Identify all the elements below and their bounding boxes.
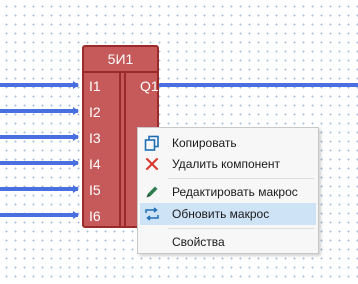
input-wire-i1[interactable] [0,81,79,89]
input-wire-i3[interactable] [0,133,79,141]
block-divider [119,73,121,226]
block-divider [124,73,126,226]
menu-item-delete-component[interactable]: Удалить компонент [140,153,316,175]
input-wire-i6[interactable] [0,211,79,219]
output-port-label[interactable]: Q1 [140,78,159,94]
menu-item-label: Копировать [172,136,237,150]
input-wire-i4[interactable] [0,159,79,167]
menu-item-refresh-macro[interactable]: Обновить макрос [140,203,316,225]
menu-item-properties[interactable]: Свойства [140,231,316,253]
menu-item-edit-macro[interactable]: Редактировать макрос [140,181,316,203]
menu-item-copy[interactable]: Копировать [140,132,316,154]
menu-item-label: Удалить компонент [172,157,281,171]
menu-item-label: Редактировать макрос [172,185,298,199]
input-port-label[interactable]: I3 [89,130,101,146]
input-wire-i5[interactable] [0,185,79,193]
diagram-canvas[interactable]: 5И1 I1 I2 I3 I4 I5 I6 Q1 Копировать Удал… [0,0,358,284]
context-menu: Копировать Удалить компонент Редактирова… [137,127,319,254]
output-wire-q1[interactable] [160,83,358,87]
input-port-label[interactable]: I4 [89,156,101,172]
input-port-label[interactable]: I2 [89,104,101,120]
delete-icon [146,158,158,170]
menu-item-label: Свойства [172,235,225,249]
input-port-label[interactable]: I5 [89,182,101,198]
block-title: 5И1 [84,47,157,73]
input-wire-i2[interactable] [0,107,79,115]
menu-separator [168,228,314,229]
edit-icon [146,186,158,198]
refresh-icon [145,207,159,221]
input-port-label[interactable]: I1 [89,78,101,94]
copy-icon [144,135,159,151]
menu-separator [168,178,314,179]
input-port-label[interactable]: I6 [89,208,101,224]
menu-item-label: Обновить макрос [172,207,270,221]
